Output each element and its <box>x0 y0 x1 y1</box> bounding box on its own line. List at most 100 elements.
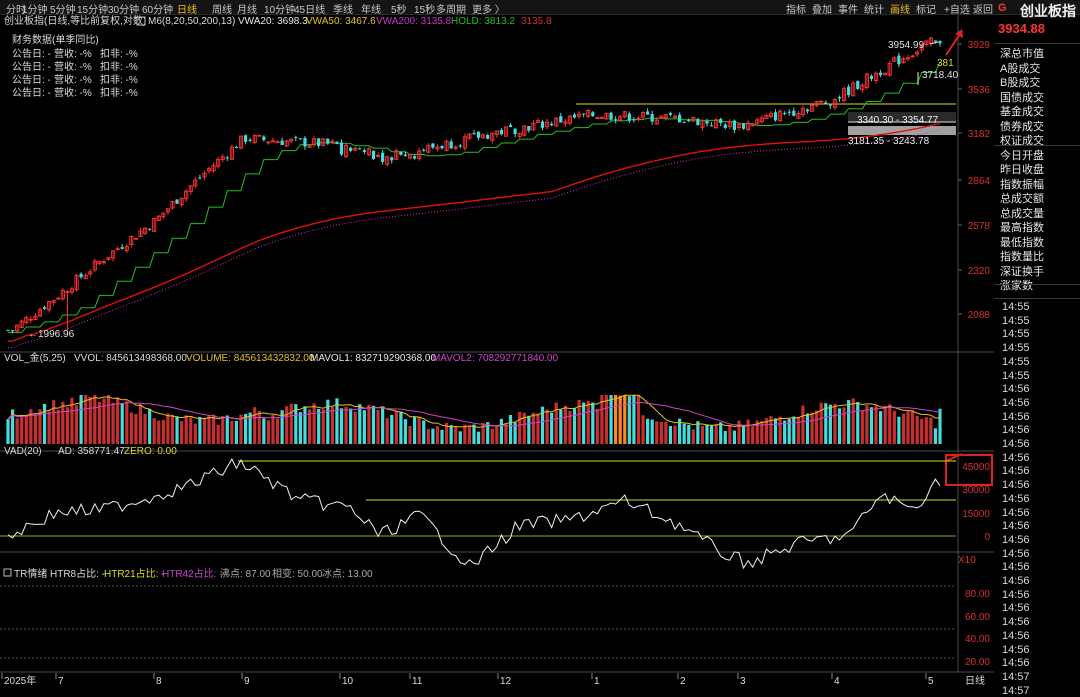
volume-bar <box>650 419 654 444</box>
range-label-2: 3181.35 - 3243.78 <box>848 136 930 147</box>
candle-body <box>646 111 650 115</box>
volume-bar <box>796 416 800 444</box>
tr-settings-icon <box>3 568 12 577</box>
period-tab-2[interactable]: 5分钟 <box>50 1 76 16</box>
period-tab-5[interactable]: 60分钟 <box>142 1 173 16</box>
date-period-label: 日线 <box>965 674 985 687</box>
volume-bar <box>614 395 618 444</box>
tool-1[interactable]: 叠加 <box>812 1 832 16</box>
time-row: 14:56 <box>1002 465 1030 478</box>
legend-vwa20: VWA20: 3698.3 <box>238 16 308 27</box>
volume-bar <box>253 407 257 444</box>
finance-date: 公告日: - <box>12 60 51 73</box>
date-tick: 2 <box>680 676 686 687</box>
back-button[interactable]: 返回 <box>973 1 993 16</box>
period-tab-13[interactable]: 5秒 <box>391 1 407 16</box>
candle-body <box>294 136 298 138</box>
volume-bar <box>490 428 494 444</box>
volume-bar <box>88 396 92 444</box>
volume-bar <box>805 413 810 444</box>
tool-3[interactable]: 统计 <box>864 1 884 16</box>
volume-bar <box>317 408 321 444</box>
finance-profit: 扣非: -% <box>100 47 138 60</box>
volume-bar <box>161 419 165 444</box>
volume-bar <box>618 395 622 444</box>
candle-body <box>933 40 938 42</box>
candle-body <box>317 138 321 146</box>
period-tab-4[interactable]: 30分钟 <box>108 1 139 16</box>
period-tab-14[interactable]: 15秒 <box>414 1 435 16</box>
time-row: 14:56 <box>1002 506 1030 519</box>
tool-2[interactable]: 事件 <box>838 1 858 16</box>
volume-bar <box>792 416 796 444</box>
candle-body <box>458 145 462 147</box>
volume-bar <box>751 426 755 444</box>
period-tab-9[interactable]: 10分钟 <box>264 1 295 16</box>
candle-body <box>449 141 453 149</box>
candle-body <box>938 40 942 44</box>
period-tab-10[interactable]: 45日线 <box>294 1 325 16</box>
period-tab-7[interactable]: 周线 <box>212 1 232 16</box>
volume-bar <box>933 428 938 444</box>
volume-bar <box>56 409 60 444</box>
volume-bar <box>152 418 156 444</box>
tool-0[interactable]: 指标 <box>786 1 806 16</box>
side-item: 涨家数 <box>1000 280 1033 292</box>
candle-body <box>614 119 618 121</box>
tr-freeze: 冰点: 13.00 <box>322 567 373 580</box>
date-tick: 2025年 <box>4 674 36 687</box>
candle-body <box>362 150 366 153</box>
vol-mavol1: MAVOL1: 832719290368.00 <box>310 353 436 364</box>
candle-body <box>326 138 330 144</box>
time-row: 14:55 <box>1002 301 1030 313</box>
volume-bar <box>508 414 513 444</box>
candle-body <box>792 110 796 116</box>
volume-bar <box>472 424 476 444</box>
volume-bar <box>476 431 481 444</box>
period-tab-6[interactable]: 日线 <box>177 1 197 16</box>
tool-4[interactable]: 画线 <box>890 1 910 16</box>
candle-body <box>741 123 746 129</box>
volume-bar <box>390 414 394 444</box>
volume-bar <box>641 415 645 444</box>
price-tick: 3182 <box>968 129 991 140</box>
volume-bar <box>431 428 435 444</box>
date-tick: 1 <box>594 676 600 687</box>
period-tab-1[interactable]: 1分钟 <box>22 1 48 16</box>
volume-bar <box>901 413 906 444</box>
add-favorite-button[interactable]: +自选 <box>944 1 970 16</box>
candle-body <box>243 135 248 142</box>
vad-tick: 0 <box>984 532 990 543</box>
date-tick: 7 <box>58 676 64 687</box>
volume-bar <box>289 403 293 444</box>
period-tab-3[interactable]: 15分钟 <box>77 1 108 16</box>
time-row: 14:56 <box>1002 492 1030 505</box>
volume-bar <box>705 424 709 444</box>
volume-bar <box>435 426 440 444</box>
candle-body <box>696 119 700 125</box>
volume-bar <box>84 395 88 444</box>
volume-bar <box>230 421 234 444</box>
volume-bar <box>180 421 184 444</box>
tool-5[interactable]: 标记 <box>916 1 936 16</box>
period-tab-16[interactable]: 更多 〉 <box>472 1 505 16</box>
volume-bar <box>531 412 535 444</box>
period-tab-12[interactable]: 年线 <box>361 1 381 16</box>
time-row: 14:56 <box>1002 575 1030 587</box>
volume-bar <box>134 413 138 444</box>
candle-body <box>609 112 613 120</box>
candle-body <box>298 138 302 140</box>
volume-bar <box>248 412 252 444</box>
period-tab-15[interactable]: 多周期 <box>436 1 466 16</box>
candle-body <box>828 104 832 106</box>
vol-volume: VOLUME: 845613432832.00 <box>186 353 315 364</box>
finance-date: 公告日: - <box>12 86 51 99</box>
candle-body <box>371 150 376 160</box>
legend-vwa50: VWA50: 3467.6 <box>306 16 376 27</box>
period-tab-8[interactable]: 月线 <box>237 1 257 16</box>
time-row: 14:56 <box>1002 629 1030 642</box>
candle-body <box>339 142 344 155</box>
period-tab-11[interactable]: 季线 <box>333 1 353 16</box>
time-row: 14:55 <box>1002 355 1030 368</box>
volume-bar <box>504 424 508 444</box>
